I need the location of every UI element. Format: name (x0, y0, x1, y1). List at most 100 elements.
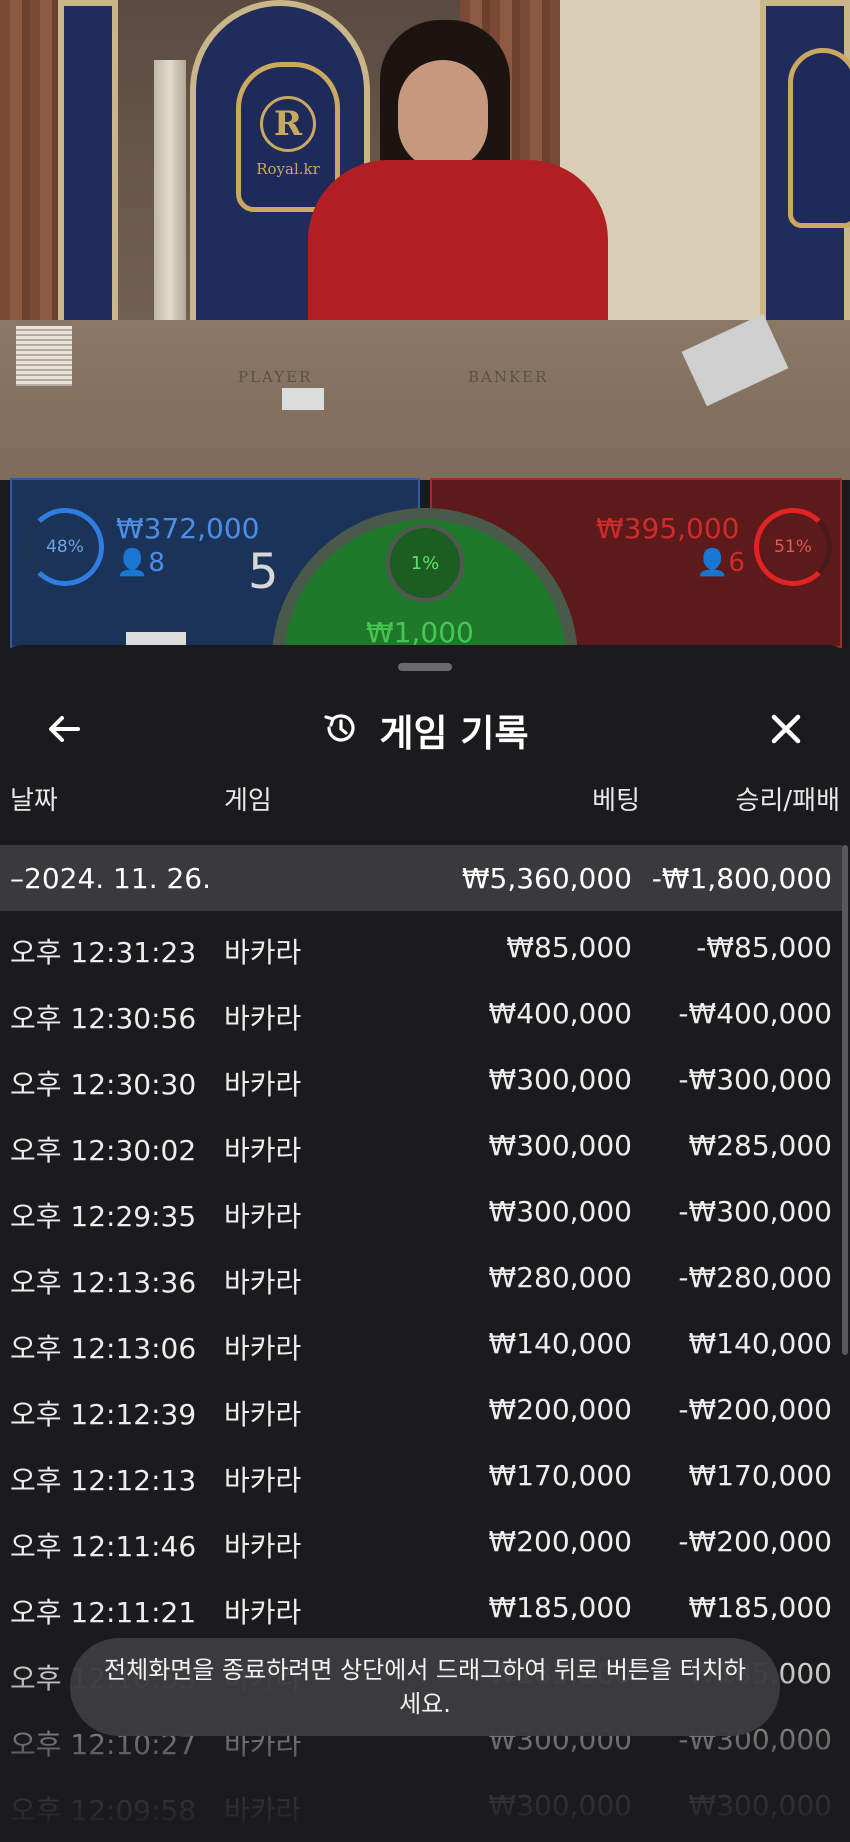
column-header-win-loss: 승리/패배 (735, 786, 840, 816)
fullscreen-toast: 전체화면을 종료하려면 상단에서 드래그하여 뒤로 버튼을 터치하세요. (70, 1638, 780, 1736)
row-win-loss: -₩85,000 (696, 931, 832, 964)
back-button[interactable] (36, 703, 92, 759)
table-row[interactable]: 오후 12:11:46 바카라 ₩200,000 -₩200,000 (0, 1507, 842, 1573)
curtain-left (0, 0, 58, 330)
row-win-loss: ₩285,000 (688, 1129, 832, 1162)
row-game: 바카라 (224, 1134, 302, 1167)
dealer (300, 20, 620, 360)
row-game: 바카라 (224, 1332, 302, 1365)
pillar-left (154, 60, 186, 330)
row-win-loss: -₩200,000 (678, 1393, 832, 1426)
row-time: 오후 12:30:02 (10, 1134, 197, 1167)
row-bet: ₩200,000 (488, 1393, 632, 1426)
royal-crest-logo-right (788, 48, 850, 228)
user-icon: 👤 (696, 548, 729, 578)
table-row[interactable]: 오후 12:12:39 바카라 ₩200,000 -₩200,000 (0, 1375, 842, 1441)
player-bettor-count: 👤8 (116, 548, 165, 578)
date-group-label: –2024. 11. 26. (10, 862, 212, 895)
row-time: 오후 12:30:56 (10, 1002, 197, 1035)
live-video-feed: R Royal.kr PLAYER BANKER (0, 0, 850, 480)
row-win-loss: -₩300,000 (678, 1195, 832, 1228)
row-time: 오후 12:09:58 (10, 1794, 197, 1827)
row-game: 바카라 (224, 1530, 302, 1563)
toast-message: 전체화면을 종료하려면 상단에서 드래그하여 뒤로 버튼을 터치하세요. (104, 1656, 746, 1718)
table-row[interactable]: 오후 12:30:56 바카라 ₩400,000 -₩400,000 (0, 979, 842, 1045)
player-card (282, 388, 324, 410)
table-row[interactable]: 오후 12:29:35 바카라 ₩300,000 -₩300,000 (0, 1177, 842, 1243)
table-header: 날짜 게임 베팅 승리/패배 (0, 780, 850, 830)
row-bet: ₩300,000 (488, 1129, 632, 1162)
date-group-row[interactable]: –2024. 11. 26. ₩5,360,000 -₩1,800,000 (0, 845, 842, 911)
row-time: 오후 12:12:39 (10, 1398, 197, 1431)
row-bet: ₩300,000 (488, 1195, 632, 1228)
row-game: 바카라 (224, 1200, 302, 1233)
discard-stack (16, 326, 72, 386)
row-win-loss: ₩185,000 (688, 1591, 832, 1624)
row-time: 오후 12:13:06 (10, 1332, 197, 1365)
table-row[interactable]: 오후 12:31:23 바카라 ₩85,000 -₩85,000 (0, 913, 842, 979)
player-score: 5 (248, 544, 279, 600)
row-win-loss: -₩400,000 (678, 997, 832, 1030)
row-game: 바카라 (224, 936, 302, 969)
felt-label-player: PLAYER (238, 368, 313, 386)
row-win-loss: -₩280,000 (678, 1261, 832, 1294)
banker-bettor-count: 👤6 (696, 548, 745, 578)
table-row[interactable]: 오후 12:12:13 바카라 ₩170,000 ₩170,000 (0, 1441, 842, 1507)
column-header-date: 날짜 (10, 786, 58, 816)
row-bet: ₩280,000 (488, 1261, 632, 1294)
table-row[interactable]: 오후 12:13:36 바카라 ₩280,000 -₩280,000 (0, 1243, 842, 1309)
player-bet-amount: ₩372,000 (116, 512, 260, 545)
row-time: 오후 12:31:23 (10, 936, 197, 969)
row-bet: ₩300,000 (488, 1063, 632, 1096)
row-bet: ₩170,000 (488, 1459, 632, 1492)
row-time: 오후 12:29:35 (10, 1200, 197, 1233)
wall-panel-left (58, 0, 118, 330)
scrollbar[interactable] (842, 845, 848, 1355)
player-percent-ring: 48% (26, 508, 104, 586)
row-game: 바카라 (224, 1464, 302, 1497)
felt-label-banker: BANKER (468, 368, 549, 386)
history-icon (321, 708, 361, 752)
row-win-loss: ₩140,000 (688, 1327, 832, 1360)
row-bet: ₩85,000 (506, 931, 632, 964)
row-win-loss: ₩300,000 (688, 1789, 832, 1822)
arrow-left-icon (44, 709, 84, 753)
row-time: 오후 12:11:21 (10, 1596, 197, 1629)
close-button[interactable] (758, 703, 814, 759)
table-row[interactable]: 오후 12:11:21 바카라 ₩185,000 ₩185,000 (0, 1573, 842, 1639)
row-game: 바카라 (224, 1002, 302, 1035)
row-game: 바카라 (224, 1398, 302, 1431)
row-win-loss: -₩300,000 (678, 1063, 832, 1096)
row-game: 바카라 (224, 1596, 302, 1629)
date-group-win-loss-total: -₩1,800,000 (651, 862, 832, 895)
row-bet: ₩140,000 (488, 1327, 632, 1360)
user-icon: 👤 (116, 548, 149, 578)
row-bet: ₩400,000 (488, 997, 632, 1030)
date-group-bet-total: ₩5,360,000 (461, 862, 632, 895)
sheet-header: 게임 기록 (0, 685, 850, 775)
row-game: 바카라 (224, 1068, 302, 1101)
close-icon (766, 709, 806, 753)
row-win-loss: ₩170,000 (688, 1459, 832, 1492)
table-row[interactable]: 오후 12:09:58 바카라 ₩300,000 ₩300,000 (0, 1771, 842, 1837)
row-bet: ₩185,000 (488, 1591, 632, 1624)
row-bet: ₩300,000 (488, 1789, 632, 1822)
column-header-game: 게임 (224, 786, 272, 816)
row-game: 바카라 (224, 1266, 302, 1299)
row-game: 바카라 (224, 1794, 302, 1827)
row-win-loss: -₩200,000 (678, 1525, 832, 1558)
banker-bet-amount: ₩395,000 (596, 512, 740, 545)
tie-percent-ring: 1% (386, 524, 464, 602)
table-row[interactable]: 오후 12:30:30 바카라 ₩300,000 -₩300,000 (0, 1045, 842, 1111)
column-header-bet: 베팅 (592, 786, 640, 816)
table-row[interactable]: 오후 12:30:02 바카라 ₩300,000 ₩285,000 (0, 1111, 842, 1177)
row-bet: ₩200,000 (488, 1525, 632, 1558)
sheet-drag-handle[interactable] (398, 663, 452, 671)
row-time: 오후 12:12:13 (10, 1464, 197, 1497)
page-title: 게임 기록 (379, 712, 529, 755)
row-time: 오후 12:30:30 (10, 1068, 197, 1101)
banker-percent-ring: 51% (754, 508, 832, 586)
table-row[interactable]: 오후 12:13:06 바카라 ₩140,000 ₩140,000 (0, 1309, 842, 1375)
row-time: 오후 12:11:46 (10, 1530, 197, 1563)
row-time: 오후 12:13:36 (10, 1266, 197, 1299)
